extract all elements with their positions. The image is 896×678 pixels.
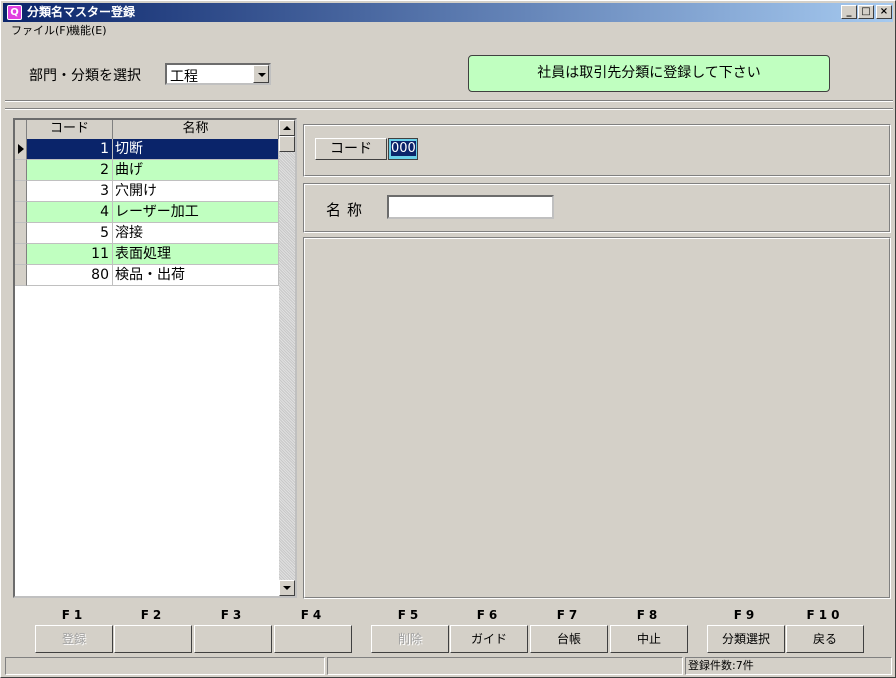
status-pane-2 <box>327 657 683 675</box>
row-indicator <box>15 160 27 181</box>
column-header-name[interactable]: 名称 <box>113 120 279 141</box>
fkey-label-f9: F9 <box>733 608 759 622</box>
f5-delete-button[interactable]: 削除 <box>371 625 449 653</box>
table-row[interactable]: 2 曲げ <box>15 160 279 181</box>
name-input[interactable] <box>387 195 554 219</box>
cell-name[interactable]: 曲げ <box>113 160 279 181</box>
code-input-value: 000 <box>391 141 416 156</box>
fkey-label-f10: F10 <box>806 608 844 622</box>
f3-button[interactable] <box>194 625 272 653</box>
fkey-label-f7: F7 <box>556 608 582 622</box>
row-indicator <box>15 265 27 286</box>
maximize-button[interactable]: □ <box>858 5 874 19</box>
row-indicator <box>15 181 27 202</box>
menu-bar: ファイル(F) 機能(E) <box>3 22 893 41</box>
column-header-code[interactable]: コード <box>27 120 113 141</box>
close-button[interactable]: × <box>876 5 892 19</box>
f7-ledger-button[interactable]: 台帳 <box>530 625 608 653</box>
f1-register-button[interactable]: 登録 <box>35 625 113 653</box>
app-window: Q 分類名マスター登録 _ □ × ファイル(F) 機能(E) 部門・分類を選択… <box>0 0 896 678</box>
department-selector-label: 部門・分類を選択 <box>29 68 141 84</box>
detail-panel <box>303 237 891 599</box>
f10-back-button[interactable]: 戻る <box>786 625 864 653</box>
fkey-label-f4: F4 <box>300 608 326 622</box>
menu-function[interactable]: 機能(E) <box>69 24 107 38</box>
chevron-down-icon[interactable] <box>253 65 269 83</box>
grid-vertical-scrollbar[interactable] <box>279 120 295 596</box>
f2-button[interactable] <box>114 625 192 653</box>
cell-code[interactable]: 11 <box>27 244 113 265</box>
cell-name[interactable]: 切断 <box>113 139 279 160</box>
name-label: 名称 <box>326 201 369 219</box>
scroll-down-arrow-icon[interactable] <box>279 580 295 596</box>
row-indicator-header <box>15 120 27 141</box>
cell-code[interactable]: 4 <box>27 202 113 223</box>
app-icon: Q <box>7 5 22 20</box>
row-indicator <box>15 223 27 244</box>
table-row[interactable]: 1 切断 <box>15 139 279 160</box>
title-bar[interactable]: Q 分類名マスター登録 _ □ × <box>3 3 893 22</box>
row-indicator <box>15 202 27 223</box>
fkey-label-f2: F2 <box>140 608 166 622</box>
fkey-label-f8: F8 <box>636 608 662 622</box>
divider <box>5 108 893 110</box>
cell-code[interactable]: 2 <box>27 160 113 181</box>
cell-name[interactable]: 穴開け <box>113 181 279 202</box>
status-pane-1 <box>5 657 325 675</box>
cell-code[interactable]: 3 <box>27 181 113 202</box>
code-input[interactable]: 000 <box>388 138 418 160</box>
scroll-thumb[interactable] <box>279 136 295 152</box>
f8-cancel-button[interactable]: 中止 <box>610 625 688 653</box>
category-grid[interactable]: コード 名称 1 切断 2 曲げ 3 穴開け 4 レーザー加工 5 溶接 11 … <box>13 118 297 598</box>
fkey-label-f3: F3 <box>220 608 246 622</box>
table-row[interactable]: 4 レーザー加工 <box>15 202 279 223</box>
f4-button[interactable] <box>274 625 352 653</box>
cell-name[interactable]: 溶接 <box>113 223 279 244</box>
f9-category-select-button[interactable]: 分類選択 <box>707 625 785 653</box>
window-title: 分類名マスター登録 <box>27 5 136 19</box>
current-row-arrow-icon <box>15 139 27 160</box>
table-row[interactable]: 80 検品・出荷 <box>15 265 279 286</box>
table-row[interactable]: 11 表面処理 <box>15 244 279 265</box>
department-combo[interactable]: 工程 <box>165 63 271 85</box>
fkey-label-f6: F6 <box>476 608 502 622</box>
notice-banner: 社員は取引先分類に登録して下さい <box>468 55 830 92</box>
menu-file[interactable]: ファイル(F) <box>11 24 70 38</box>
cell-code[interactable]: 5 <box>27 223 113 244</box>
divider <box>5 100 893 102</box>
code-label: コード <box>315 138 387 160</box>
cell-name[interactable]: 表面処理 <box>113 244 279 265</box>
record-count-status: 登録件数:7件 <box>685 657 892 675</box>
grid-header: コード 名称 <box>15 120 279 141</box>
fkey-label-f5: F5 <box>397 608 423 622</box>
department-combo-value: 工程 <box>170 69 198 85</box>
cell-code[interactable]: 1 <box>27 139 113 160</box>
table-row[interactable]: 3 穴開け <box>15 181 279 202</box>
table-row[interactable]: 5 溶接 <box>15 223 279 244</box>
row-indicator <box>15 244 27 265</box>
fkey-label-f1: F1 <box>61 608 87 622</box>
f6-guide-button[interactable]: ガイド <box>450 625 528 653</box>
scroll-up-arrow-icon[interactable] <box>279 120 295 136</box>
minimize-button[interactable]: _ <box>841 5 857 19</box>
cell-name[interactable]: レーザー加工 <box>113 202 279 223</box>
cell-code[interactable]: 80 <box>27 265 113 286</box>
cell-name[interactable]: 検品・出荷 <box>113 265 279 286</box>
